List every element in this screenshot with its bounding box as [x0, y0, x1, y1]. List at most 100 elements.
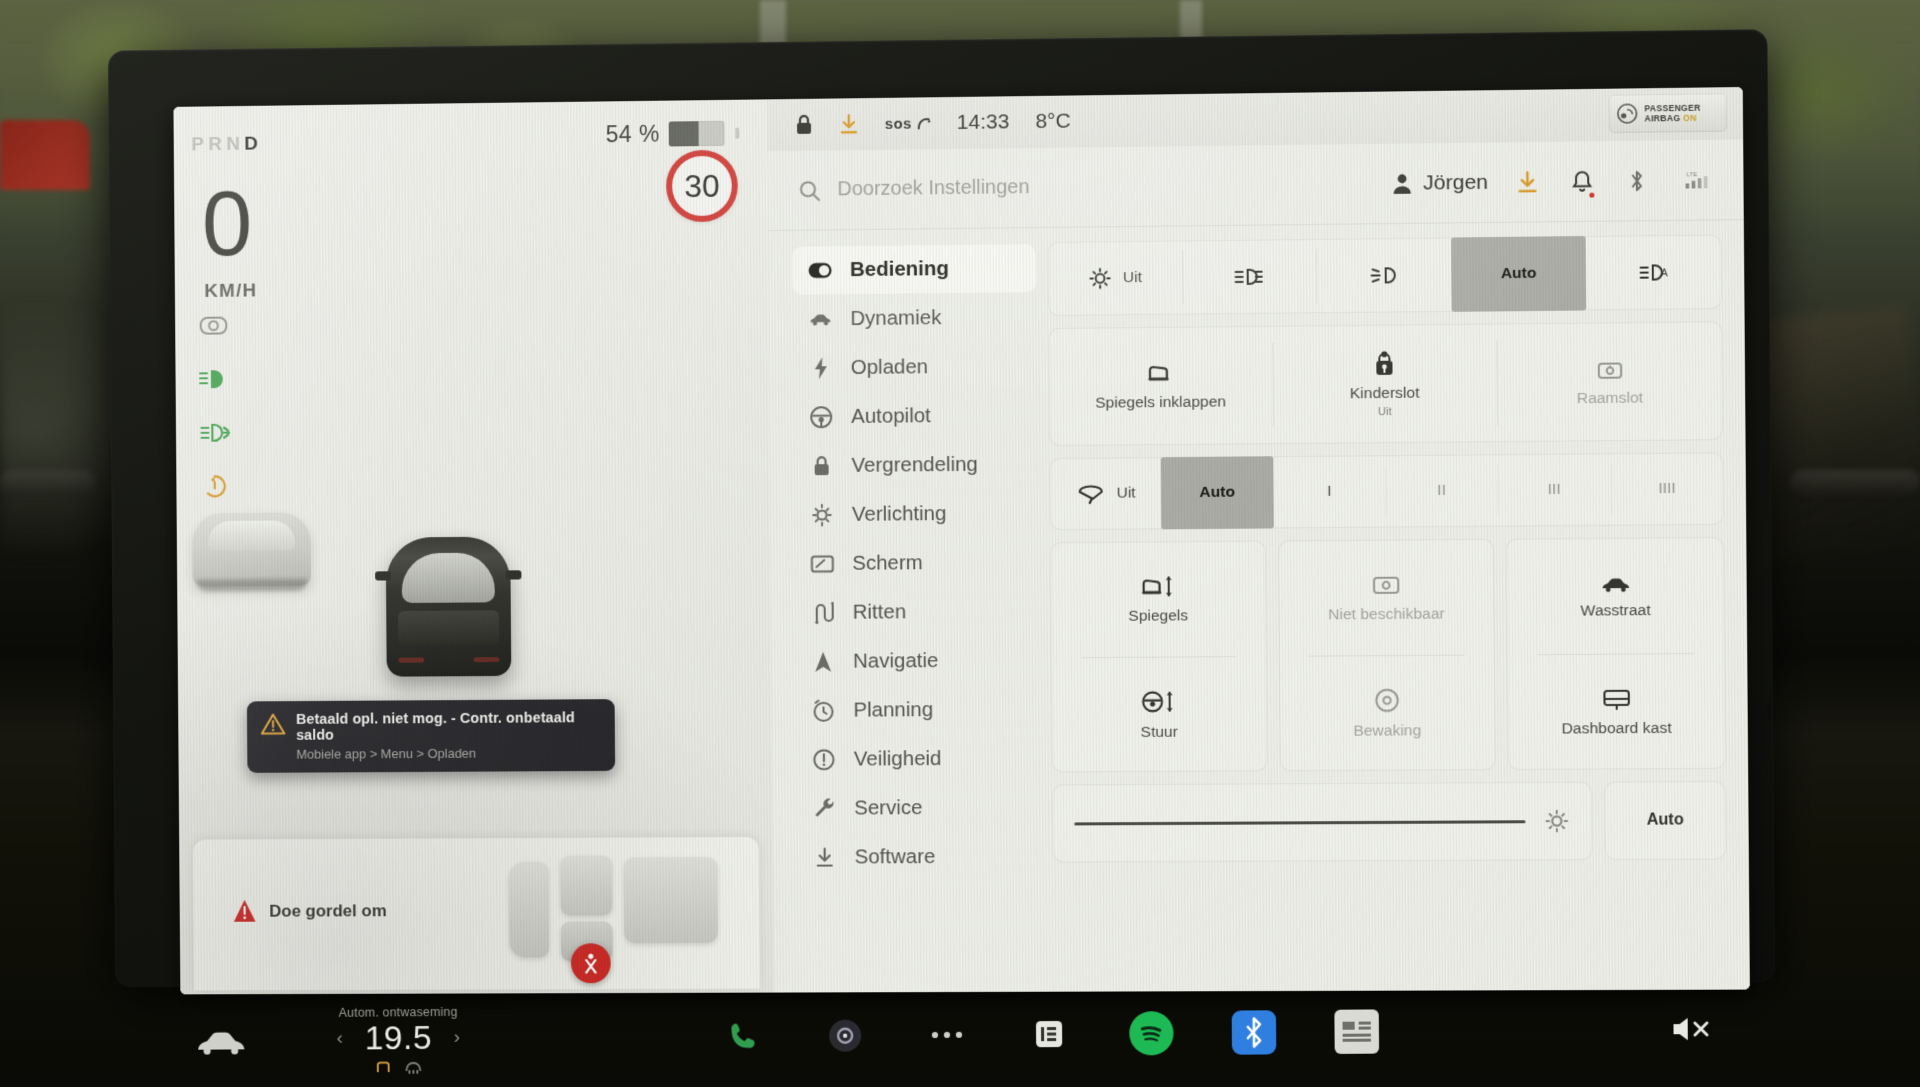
app-launcher-row — [522, 1008, 1583, 1060]
sos-button[interactable]: sos — [885, 115, 931, 132]
settings-menu: Bediening Dynamiek Opladen Autopilot Ver… — [768, 228, 1042, 992]
headlight-option-lowbeam[interactable] — [1182, 239, 1317, 315]
glovebox-button[interactable]: Dashboard kast — [1507, 653, 1726, 770]
sidebar-item-verlichting[interactable]: Verlichting — [794, 489, 1038, 539]
headlight-option-beam[interactable] — [1316, 237, 1451, 313]
air-vent — [0, 470, 96, 496]
wiper-option-label: III — [1547, 480, 1561, 499]
wiper-option-2[interactable]: II — [1385, 454, 1498, 527]
gear-indicator: PRND — [191, 134, 262, 157]
airbag-icon — [1616, 102, 1638, 124]
sentry-mode-button[interactable]: Bewaking — [1279, 654, 1496, 771]
clock[interactable]: 14:33 — [957, 110, 1010, 135]
camera-unavailable-button[interactable]: Niet beschikbaar — [1278, 539, 1495, 656]
wrench-icon — [812, 797, 836, 821]
search-input[interactable]: Doorzoek Instellingen — [797, 171, 1390, 202]
car-wash-button[interactable]: Wasstraat — [1506, 537, 1725, 654]
clock-label: 14:33 — [956, 110, 1010, 134]
steering-adjust-icon — [1139, 687, 1179, 715]
sidebar-item-navigatie[interactable]: Navigatie — [795, 636, 1039, 686]
svg-text:A: A — [1661, 268, 1668, 279]
child-lock-state: Uit — [1377, 405, 1392, 419]
mirror-fold-label: Spiegels inklappen — [1095, 392, 1227, 412]
sidebar-item-opladen[interactable]: Opladen — [793, 342, 1037, 392]
glovebox-icon — [1600, 685, 1633, 711]
toast-subtitle: Mobiele app > Menu > Opladen — [296, 745, 477, 762]
adjust-and-camera-grid: Spiegels Stuur Niet beschikbaar Bewaking… — [1050, 536, 1726, 773]
notification-bell-icon[interactable] — [1569, 168, 1596, 198]
lock-closed-icon[interactable] — [795, 114, 813, 136]
sidebar-item-dynamiek[interactable]: Dynamiek — [792, 293, 1036, 343]
speed-limit-value: 30 — [684, 167, 720, 204]
parking-light-icon — [1088, 266, 1112, 290]
brightness-auto-button[interactable]: Auto — [1604, 780, 1727, 861]
schedule-clock-icon — [811, 699, 835, 723]
sidebar-item-veiligheid[interactable]: Veiligheid — [796, 735, 1040, 784]
gear-n: N — [226, 133, 245, 155]
seatbelt-card[interactable]: Doe gordel om — [192, 836, 760, 991]
battery-percent-label: 54 % — [605, 120, 660, 148]
search-placeholder: Doorzoek Instellingen — [837, 176, 1030, 201]
airbag-line-2: AIRBAG ON — [1644, 112, 1697, 124]
phone-icon[interactable] — [721, 1014, 765, 1058]
brightness-auto-label: Auto — [1646, 811, 1684, 829]
headlight-option-auto[interactable]: Auto — [1450, 235, 1587, 312]
sidebar-item-label: Software — [854, 845, 936, 869]
seat-front-right — [560, 855, 613, 916]
sidebar-item-service[interactable]: Service — [796, 784, 1040, 833]
info-icon[interactable] — [1027, 1012, 1071, 1056]
bluetooth-icon[interactable] — [1624, 167, 1651, 193]
brightness-slider[interactable] — [1051, 781, 1593, 863]
window-lock-button[interactable]: Raamslot — [1497, 321, 1724, 442]
software-download-icon[interactable] — [839, 113, 859, 135]
headlight-mode-selector: Uit Auto A — [1047, 234, 1723, 317]
outside-temperature[interactable]: 8°C — [1035, 110, 1070, 134]
media-player-icon[interactable] — [823, 1014, 867, 1058]
wiper-option-3[interactable]: III — [1498, 453, 1611, 526]
software-update-icon[interactable] — [1514, 169, 1541, 195]
brightness-slider-track[interactable] — [1074, 819, 1526, 825]
sidebar-item-planning[interactable]: Planning — [795, 685, 1039, 734]
battery-body — [668, 120, 725, 147]
fog-light-icon — [197, 417, 231, 449]
spotify-icon[interactable] — [1129, 1011, 1174, 1056]
steering-adjust-button[interactable]: Stuur — [1051, 656, 1267, 773]
user-profile-button[interactable]: Jörgen — [1391, 170, 1488, 195]
wiper-option-4[interactable]: IIII — [1610, 452, 1724, 525]
gear-d: D — [244, 133, 263, 155]
wiper-option-off[interactable]: Uit — [1049, 457, 1161, 530]
car-front-icon — [198, 1032, 245, 1055]
charging-alert-toast[interactable]: Betaald opl. niet mog. - Contr. onbetaal… — [246, 699, 616, 773]
climate-control[interactable]: Autom. ontwaseming ‹ 19.5 › — [275, 1004, 523, 1075]
mirror-fold-button[interactable]: Spiegels inklappen — [1048, 326, 1272, 446]
headlight-option-auto-highbeam[interactable]: A — [1586, 234, 1722, 310]
sidebar-item-vergrendeling[interactable]: Vergrendeling — [794, 440, 1038, 490]
volume-control[interactable] — [1582, 1012, 1714, 1047]
bluetooth-app-icon[interactable] — [1231, 1010, 1277, 1055]
temperature-decrease-button[interactable]: ‹ — [337, 1028, 343, 1050]
headlight-option-off[interactable]: Uit — [1048, 240, 1183, 316]
software-download-icon — [813, 847, 837, 869]
wiper-option-auto[interactable]: Auto — [1161, 456, 1274, 530]
sidebar-item-bediening[interactable]: Bediening — [792, 244, 1037, 295]
child-lock-button[interactable]: Kinderslot Uit — [1272, 323, 1498, 444]
more-dots-icon[interactable] — [925, 1013, 969, 1057]
temperature-increase-button[interactable]: › — [454, 1027, 460, 1049]
battery-indicator[interactable]: 54 % — [606, 120, 740, 149]
cellular-signal-icon[interactable]: LTE — [1678, 167, 1713, 194]
wiper-option-1[interactable]: I — [1273, 455, 1386, 528]
seat-heater-icon[interactable] — [375, 1060, 393, 1074]
dashcam-icon[interactable] — [1334, 1009, 1380, 1054]
wiper-option-label: IIII — [1658, 479, 1676, 498]
regen-limited-icon — [198, 470, 232, 502]
sidebar-item-ritten[interactable]: Ritten — [795, 587, 1039, 637]
mirror-adjust-button[interactable]: Spiegels — [1050, 541, 1266, 658]
headlight-beam-icon — [1367, 265, 1399, 285]
defrost-icon[interactable] — [404, 1059, 422, 1073]
steering-wheel-icon — [809, 405, 833, 429]
car-status-button[interactable] — [167, 1023, 276, 1058]
sidebar-item-scherm[interactable]: Scherm — [794, 538, 1038, 588]
sidebar-item-software[interactable]: Software — [797, 833, 1041, 882]
camera-controls-card: Niet beschikbaar Bewaking — [1277, 538, 1497, 772]
sidebar-item-autopilot[interactable]: Autopilot — [793, 391, 1037, 441]
